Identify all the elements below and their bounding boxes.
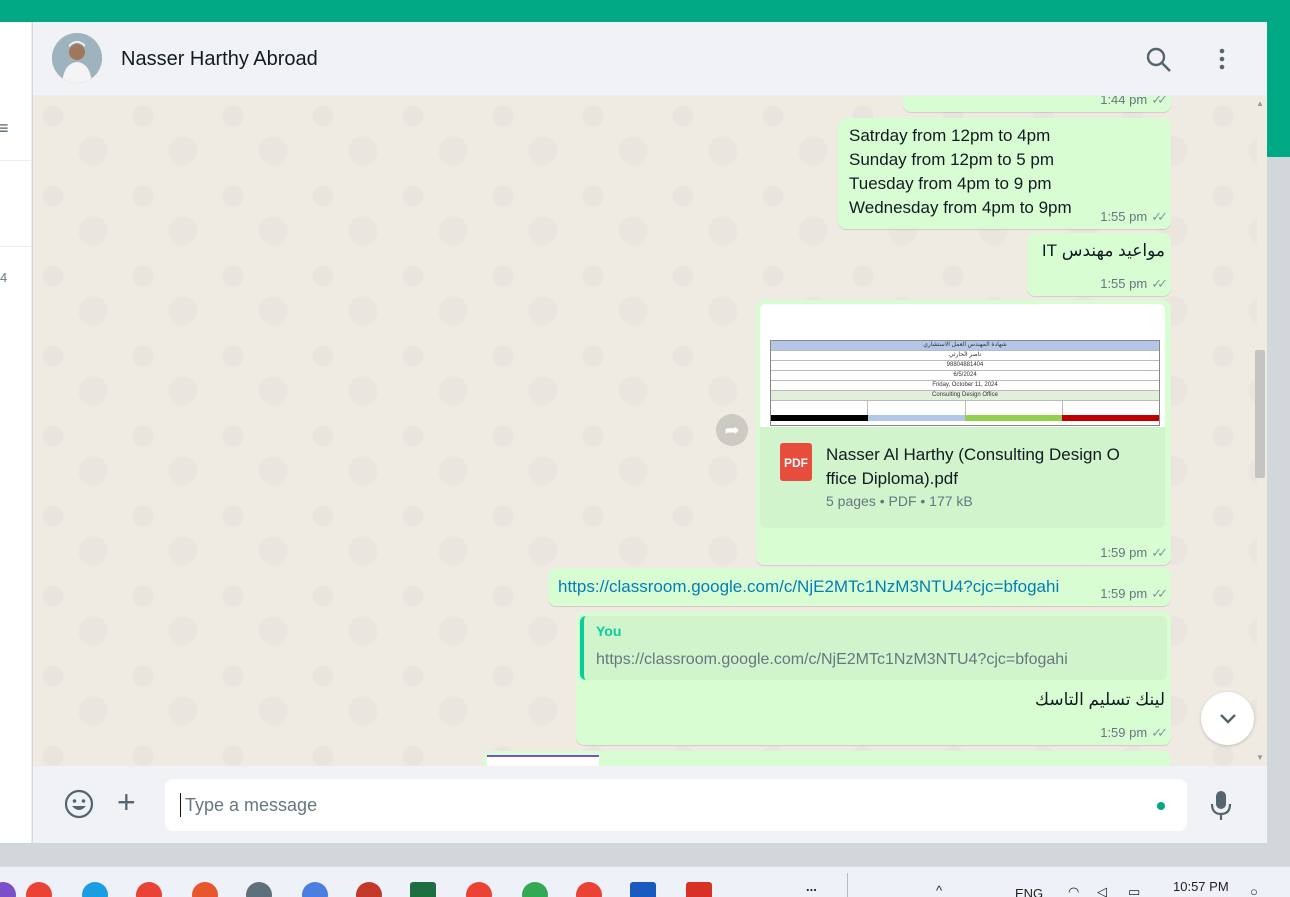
chrome-profile-icon[interactable]: [192, 882, 218, 897]
double-check-icon: ✓✓: [1151, 96, 1168, 107]
image-thumbnail[interactable]: [487, 755, 599, 766]
divider: [847, 873, 848, 897]
window-edge-accent: [1267, 22, 1290, 157]
chrome-profile-icon[interactable]: [356, 882, 382, 897]
chrome-profile-icon[interactable]: [466, 882, 492, 897]
microphone-icon[interactable]: [1207, 788, 1235, 822]
message-link[interactable]: https://classroom.google.com/c/NjE2MTc1N…: [558, 577, 1059, 597]
chrome-profile-icon[interactable]: [136, 882, 162, 897]
word-icon[interactable]: [630, 882, 656, 897]
emoji-icon[interactable]: [63, 788, 95, 820]
reply-message-bubble[interactable]: You https://classroom.google.com/c/NjE2M…: [576, 612, 1171, 745]
chrome-icon[interactable]: [26, 882, 52, 897]
file-info[interactable]: PDF Nasser Al Harthy (Consulting Design …: [760, 427, 1165, 528]
message-text: لينك تسليم التاسك: [1035, 690, 1165, 709]
message-bubble[interactable]: Satrday from 12pm to 4pm Sunday from 12p…: [838, 118, 1171, 229]
quote-text: https://classroom.google.com/c/NjE2MTc1N…: [596, 651, 1068, 668]
taskbar-overflow[interactable]: ...: [806, 879, 817, 894]
attach-plus-icon[interactable]: +: [117, 786, 136, 818]
message-time: 1:59 pm ✓✓: [1100, 545, 1168, 560]
quoted-message[interactable]: You https://classroom.google.com/c/NjE2M…: [580, 616, 1167, 680]
double-check-icon: ✓✓: [1151, 276, 1168, 291]
double-check-icon: ✓✓: [1151, 209, 1168, 224]
edge-icon[interactable]: [82, 882, 108, 897]
file-name: Nasser Al Harthy (Consulting Design O ff…: [826, 445, 1120, 488]
menu-icon[interactable]: [1208, 46, 1236, 74]
scroll-down-icon[interactable]: ▼: [1256, 753, 1264, 762]
chrome-profile-icon[interactable]: [302, 882, 328, 897]
message-list[interactable]: 1:44 pm ✓✓ Satrday from 12pm to 4pm Sunda…: [33, 96, 1257, 766]
pdf-preview[interactable]: شهادة المهندس العمل الاستشاري ناصر الحار…: [760, 304, 1165, 427]
message-composer: +: [33, 766, 1267, 843]
image-message-bubble[interactable]: [483, 751, 1171, 766]
message-text: Satrday from 12pm to 4pm: [849, 126, 1051, 145]
file-meta: 5 pages • PDF • 177 kB: [826, 493, 973, 509]
scroll-up-icon[interactable]: ▲: [1256, 99, 1264, 108]
chevron-up-icon[interactable]: ^: [936, 883, 942, 897]
window-edge: [1267, 157, 1290, 843]
scroll-to-bottom-button[interactable]: [1201, 692, 1254, 745]
pdf-preview-table: شهادة المهندس العمل الاستشاري ناصر الحار…: [770, 340, 1160, 426]
status-dot: [1157, 802, 1165, 810]
message-time: 1:55 pm ✓✓: [1100, 209, 1168, 224]
message-text: Tuesday from 4pm to 9 pm: [849, 174, 1052, 193]
contact-name: Nasser Harthy Abroad: [121, 48, 318, 70]
filter-icon[interactable]: ≡: [0, 118, 9, 139]
double-check-icon: ✓✓: [1151, 725, 1168, 740]
avatar[interactable]: [52, 33, 102, 83]
message-text: Wednesday from 4pm to 9pm: [849, 198, 1072, 217]
message-time: 1:44 pm ✓✓: [1100, 96, 1168, 108]
message-bubble[interactable]: مواعيد مهندس IT 1:55 pm ✓✓: [1027, 233, 1171, 296]
top-accent-bar: [0, 0, 1290, 22]
battery-icon[interactable]: ▭: [1128, 884, 1140, 897]
message-text: Sunday from 12pm to 5 pm: [849, 150, 1055, 169]
double-check-icon: ✓✓: [1151, 545, 1168, 560]
message-bubble[interactable]: https://classroom.google.com/c/NjE2MTc1N…: [548, 568, 1171, 606]
message-time: 1:59 pm ✓✓: [1100, 725, 1168, 740]
language-indicator[interactable]: ENG: [1015, 886, 1043, 897]
excel-icon[interactable]: [410, 882, 436, 897]
chrome-profile-icon[interactable]: [576, 882, 602, 897]
message-input[interactable]: [165, 779, 1187, 831]
divider: [0, 246, 32, 247]
chevron-down-icon: [1219, 714, 1236, 724]
chat-list-sidebar: ≡ 4: [0, 22, 32, 843]
chrome-profile-icon[interactable]: [522, 882, 548, 897]
notification-bell-icon[interactable]: ○: [1250, 884, 1258, 897]
acrobat-icon[interactable]: [686, 882, 712, 897]
double-check-icon: ✓✓: [1151, 586, 1168, 601]
clock[interactable]: 10:57 PM: [1173, 879, 1229, 894]
message-text: مواعيد مهندس IT: [1041, 241, 1165, 260]
volume-icon[interactable]: ◁: [1097, 884, 1107, 897]
message-bubble[interactable]: 1:44 pm ✓✓: [903, 96, 1171, 112]
wifi-icon[interactable]: ◠: [1068, 884, 1079, 897]
message-time: 1:59 pm ✓✓: [1100, 586, 1168, 601]
forward-icon[interactable]: ➦: [716, 414, 748, 446]
scrollbar-thumb[interactable]: [1255, 350, 1265, 478]
taskbar-app-icon[interactable]: [0, 882, 16, 897]
pdf-icon: PDF: [780, 443, 812, 481]
text-caret: [180, 793, 181, 817]
quote-author: You: [596, 623, 622, 639]
message-time: 1:55 pm ✓✓: [1100, 276, 1168, 291]
chat-header[interactable]: Nasser Harthy Abroad: [33, 22, 1267, 96]
search-icon[interactable]: [1145, 46, 1173, 74]
divider: [0, 160, 32, 161]
chrome-profile-icon[interactable]: [246, 882, 272, 897]
file-message-bubble[interactable]: شهادة المهندس العمل الاستشاري ناصر الحار…: [756, 300, 1171, 565]
chat-list-count: 4: [0, 270, 8, 285]
os-taskbar: ... ^ ENG ◠ ◁ ▭ 10:57 PM ○: [0, 866, 1290, 897]
